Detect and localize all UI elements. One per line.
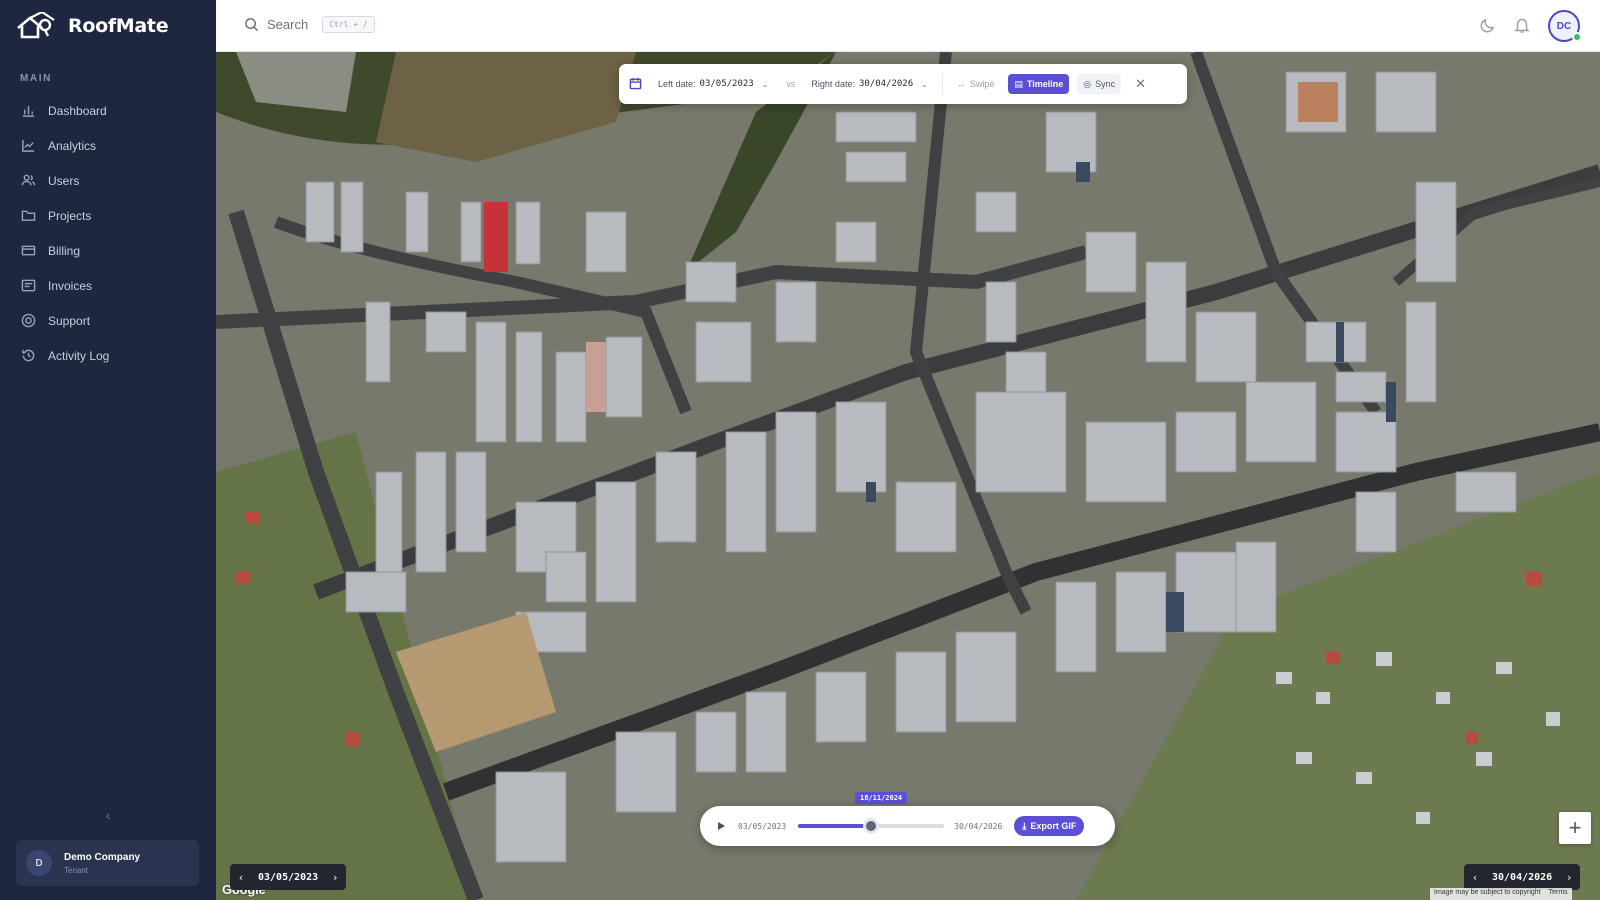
aerial-map[interactable]: Google Left date: 03/05/2023 ⌄ vs Right … [216,52,1600,900]
users-icon [21,174,36,186]
chevron-down-icon: ⌄ [921,79,928,89]
timeline-label: Timeline [1026,79,1064,89]
collapse-sidebar-button[interactable]: ‹ [101,808,115,822]
sidebar-item-support[interactable]: Support [12,303,204,338]
invoice-icon [21,279,36,292]
right-date-value: 30/04/2026 [858,79,914,89]
top-header: Search Ctrl + / DC [216,0,1600,52]
search-icon [245,18,259,32]
toolbar-divider [941,74,943,94]
right-date-stepper: ‹ 30/04/2026 › [1464,864,1581,890]
sidebar-item-label: Dashboard [48,103,107,118]
notifications-button[interactable] [1513,16,1531,34]
download-icon: ⤓ [1022,820,1027,831]
copyright-notice: Image may be subject to copyright [1434,889,1541,896]
compare-toolbar: Left date: 03/05/2023 ⌄ vs Right date: 3… [619,64,1187,104]
timeline-slider[interactable] [798,818,945,834]
folder-icon [21,210,36,221]
timeline-mode-button[interactable]: ▤ Timeline [1008,74,1070,94]
play-icon [718,822,725,830]
card-icon [21,245,36,256]
sidebar-item-label: Invoices [48,278,93,293]
house-logo-icon [17,12,55,39]
close-compare-button[interactable]: ✕ [1135,76,1146,92]
sidebar-item-label: Support [48,313,91,328]
app-root: RoofMate MAIN Dashboard Analytics Users … [0,0,1600,900]
app-name: RoofMate [68,15,169,37]
left-date-stepper: ‹ 03/05/2023 › [230,864,347,890]
sidebar-item-users[interactable]: Users [12,163,204,198]
sidebar-item-projects[interactable]: Projects [12,198,204,233]
right-date-select[interactable]: Right date: 30/04/2026 ⌄ [811,79,927,89]
sidebar-item-invoices[interactable]: Invoices [12,268,204,303]
sidebar-item-analytics[interactable]: Analytics [12,128,204,163]
moon-icon [1480,18,1495,33]
map-attribution: Image may be subject to copyright Terms [1430,888,1572,900]
company-info: Demo Company Tenant [64,852,140,875]
export-gif-button[interactable]: ⤓ Export GIF [1014,816,1085,836]
chevron-down-icon: ⌄ [761,79,769,89]
play-button[interactable] [714,819,728,833]
sidebar-item-label: Projects [48,208,92,223]
swipe-label: Swipe [969,79,995,89]
timeline-end-date: 30/04/2026 [954,821,1003,831]
next-date-button[interactable]: › [1558,871,1580,884]
right-pill-date: 30/04/2026 [1492,871,1553,883]
sync-label: Sync [1095,79,1116,89]
bell-icon [1514,18,1530,33]
export-gif-label: Export GIF [1030,821,1077,831]
right-date-label: Right date: [811,79,855,89]
sidebar-item-label: Activity Log [48,348,110,363]
search-label: Search [267,17,309,32]
timeline-start-date: 03/05/2023 [738,821,787,831]
timeline-current-date: 18/11/2024 [855,792,908,804]
online-status-dot [1572,32,1582,42]
timeline-player: 03/05/2023 30/04/2026 ⤓ Export GIF [700,806,1115,846]
next-date-button[interactable]: › [324,871,346,884]
prev-date-button[interactable]: ‹ [1464,871,1486,884]
calendar-icon [629,77,642,92]
company-role: Tenant [64,865,89,875]
zoom-in-button[interactable]: + [1559,812,1591,844]
lifebuoy-icon [21,313,36,328]
satellite-imagery [216,52,1600,900]
company-avatar: D [26,850,52,876]
terms-link[interactable]: Terms [1549,889,1568,899]
company-switcher[interactable]: D Demo Company Tenant [16,840,199,886]
search-shortcut: Ctrl + / [322,16,375,33]
sidebar-item-activity-log[interactable]: Activity Log [12,338,204,373]
swipe-arrows-icon: ↔ [956,79,966,89]
vs-label: vs [786,79,796,89]
history-icon [22,349,35,362]
nav-section-label: MAIN [20,73,52,84]
sidebar-item-dashboard[interactable]: Dashboard [12,93,204,128]
swipe-mode-button[interactable]: ↔ Swipe [951,74,1001,94]
left-date-value: 03/05/2023 [699,79,754,89]
sidebar-item-label: Analytics [48,138,97,153]
theme-toggle-button[interactable] [1479,16,1497,34]
timeline-progress-fill [798,824,872,828]
company-name: Demo Company [64,851,141,863]
left-pill-date: 03/05/2023 [258,871,319,883]
app-logo[interactable]: RoofMate [16,12,169,40]
sidebar: RoofMate MAIN Dashboard Analytics Users … [0,0,216,900]
sync-icon: ◎ [1083,78,1092,89]
trend-chart-icon [22,139,35,152]
bar-chart-icon [22,105,35,117]
sync-button[interactable]: ◎ Sync [1077,74,1122,94]
timeline-icon: ▤ [1014,78,1023,89]
prev-date-button[interactable]: ‹ [230,871,252,884]
timeline-slider-handle[interactable] [863,818,880,834]
sidebar-item-label: Billing [48,243,81,258]
left-date-label: Left date: [658,79,696,89]
sidebar-item-billing[interactable]: Billing [12,233,204,268]
sidebar-item-label: Users [48,173,80,188]
left-date-select[interactable]: Left date: 03/05/2023 ⌄ [658,79,768,89]
sidebar-nav: Dashboard Analytics Users Projects Billi… [12,93,204,373]
search-trigger[interactable]: Search Ctrl + / [244,16,375,33]
